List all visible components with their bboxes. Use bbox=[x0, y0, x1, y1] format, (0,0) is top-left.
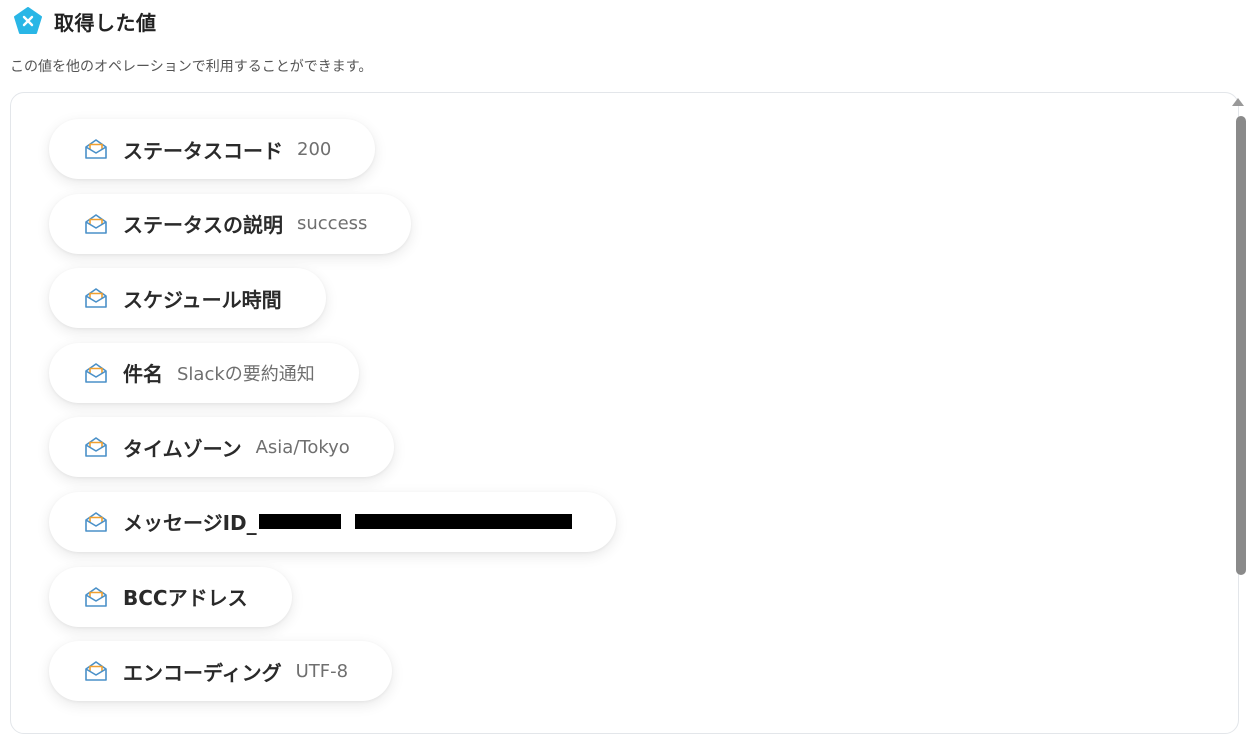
output-item-message-id[interactable]: メッセージID_ bbox=[49, 491, 616, 552]
envelope-open-icon bbox=[85, 362, 107, 383]
output-label: スケジュール時間 bbox=[123, 287, 282, 312]
envelope-open-icon bbox=[85, 288, 107, 308]
output-item-encoding[interactable]: エンコーディング UTF-8 bbox=[49, 641, 393, 702]
output-value: success bbox=[297, 213, 368, 235]
output-label: 件名 bbox=[123, 362, 163, 387]
section-title: 取得した値 bbox=[54, 10, 157, 35]
output-label: ステータスコード bbox=[123, 138, 283, 163]
output-value: UTF-8 bbox=[295, 660, 349, 682]
envelope-open-icon bbox=[85, 437, 107, 458]
output-label: BCCアドレス bbox=[123, 586, 248, 611]
output-values-panel: ステータスコード 200 ステータスの説明 success スケジュール時間 件… bbox=[10, 92, 1239, 734]
logo-icon bbox=[14, 7, 42, 34]
header: 取得した値 bbox=[14, 6, 157, 36]
section-description: この値を他のオペレーションで利用することができます。 bbox=[10, 59, 373, 75]
output-value: Slackの要約通知 bbox=[177, 363, 315, 385]
envelope-open-icon bbox=[85, 661, 107, 681]
output-item-status-description[interactable]: ステータスの説明 success bbox=[49, 193, 412, 254]
output-item-schedule-time[interactable]: スケジュール時間 bbox=[49, 268, 326, 329]
output-value: Asia/Tokyo bbox=[255, 436, 350, 458]
envelope-open-icon bbox=[85, 139, 107, 159]
output-label: エンコーディング bbox=[123, 660, 282, 685]
redaction-bar bbox=[354, 514, 572, 530]
output-item-timezone[interactable]: タイムゾーン Asia/Tokyo bbox=[49, 417, 394, 478]
envelope-open-icon bbox=[85, 213, 107, 234]
output-value: 200 bbox=[297, 138, 332, 160]
redaction-bar bbox=[258, 514, 341, 530]
output-list: ステータスコード 200 ステータスの説明 success スケジュール時間 件… bbox=[49, 119, 616, 716]
output-label: タイムゾーン bbox=[123, 436, 242, 461]
envelope-open-icon bbox=[85, 586, 107, 607]
scrollbar-thumb[interactable] bbox=[1236, 116, 1246, 575]
output-item-status-code[interactable]: ステータスコード 200 bbox=[49, 119, 376, 179]
output-item-subject[interactable]: 件名 Slackの要約通知 bbox=[49, 342, 359, 403]
envelope-open-icon bbox=[85, 512, 107, 532]
output-item-bcc-address[interactable]: BCCアドレス bbox=[49, 566, 292, 627]
scroll-up-arrow-icon[interactable] bbox=[1232, 98, 1244, 106]
output-label: メッセージID_ bbox=[123, 511, 257, 536]
output-label: ステータスの説明 bbox=[123, 213, 283, 238]
